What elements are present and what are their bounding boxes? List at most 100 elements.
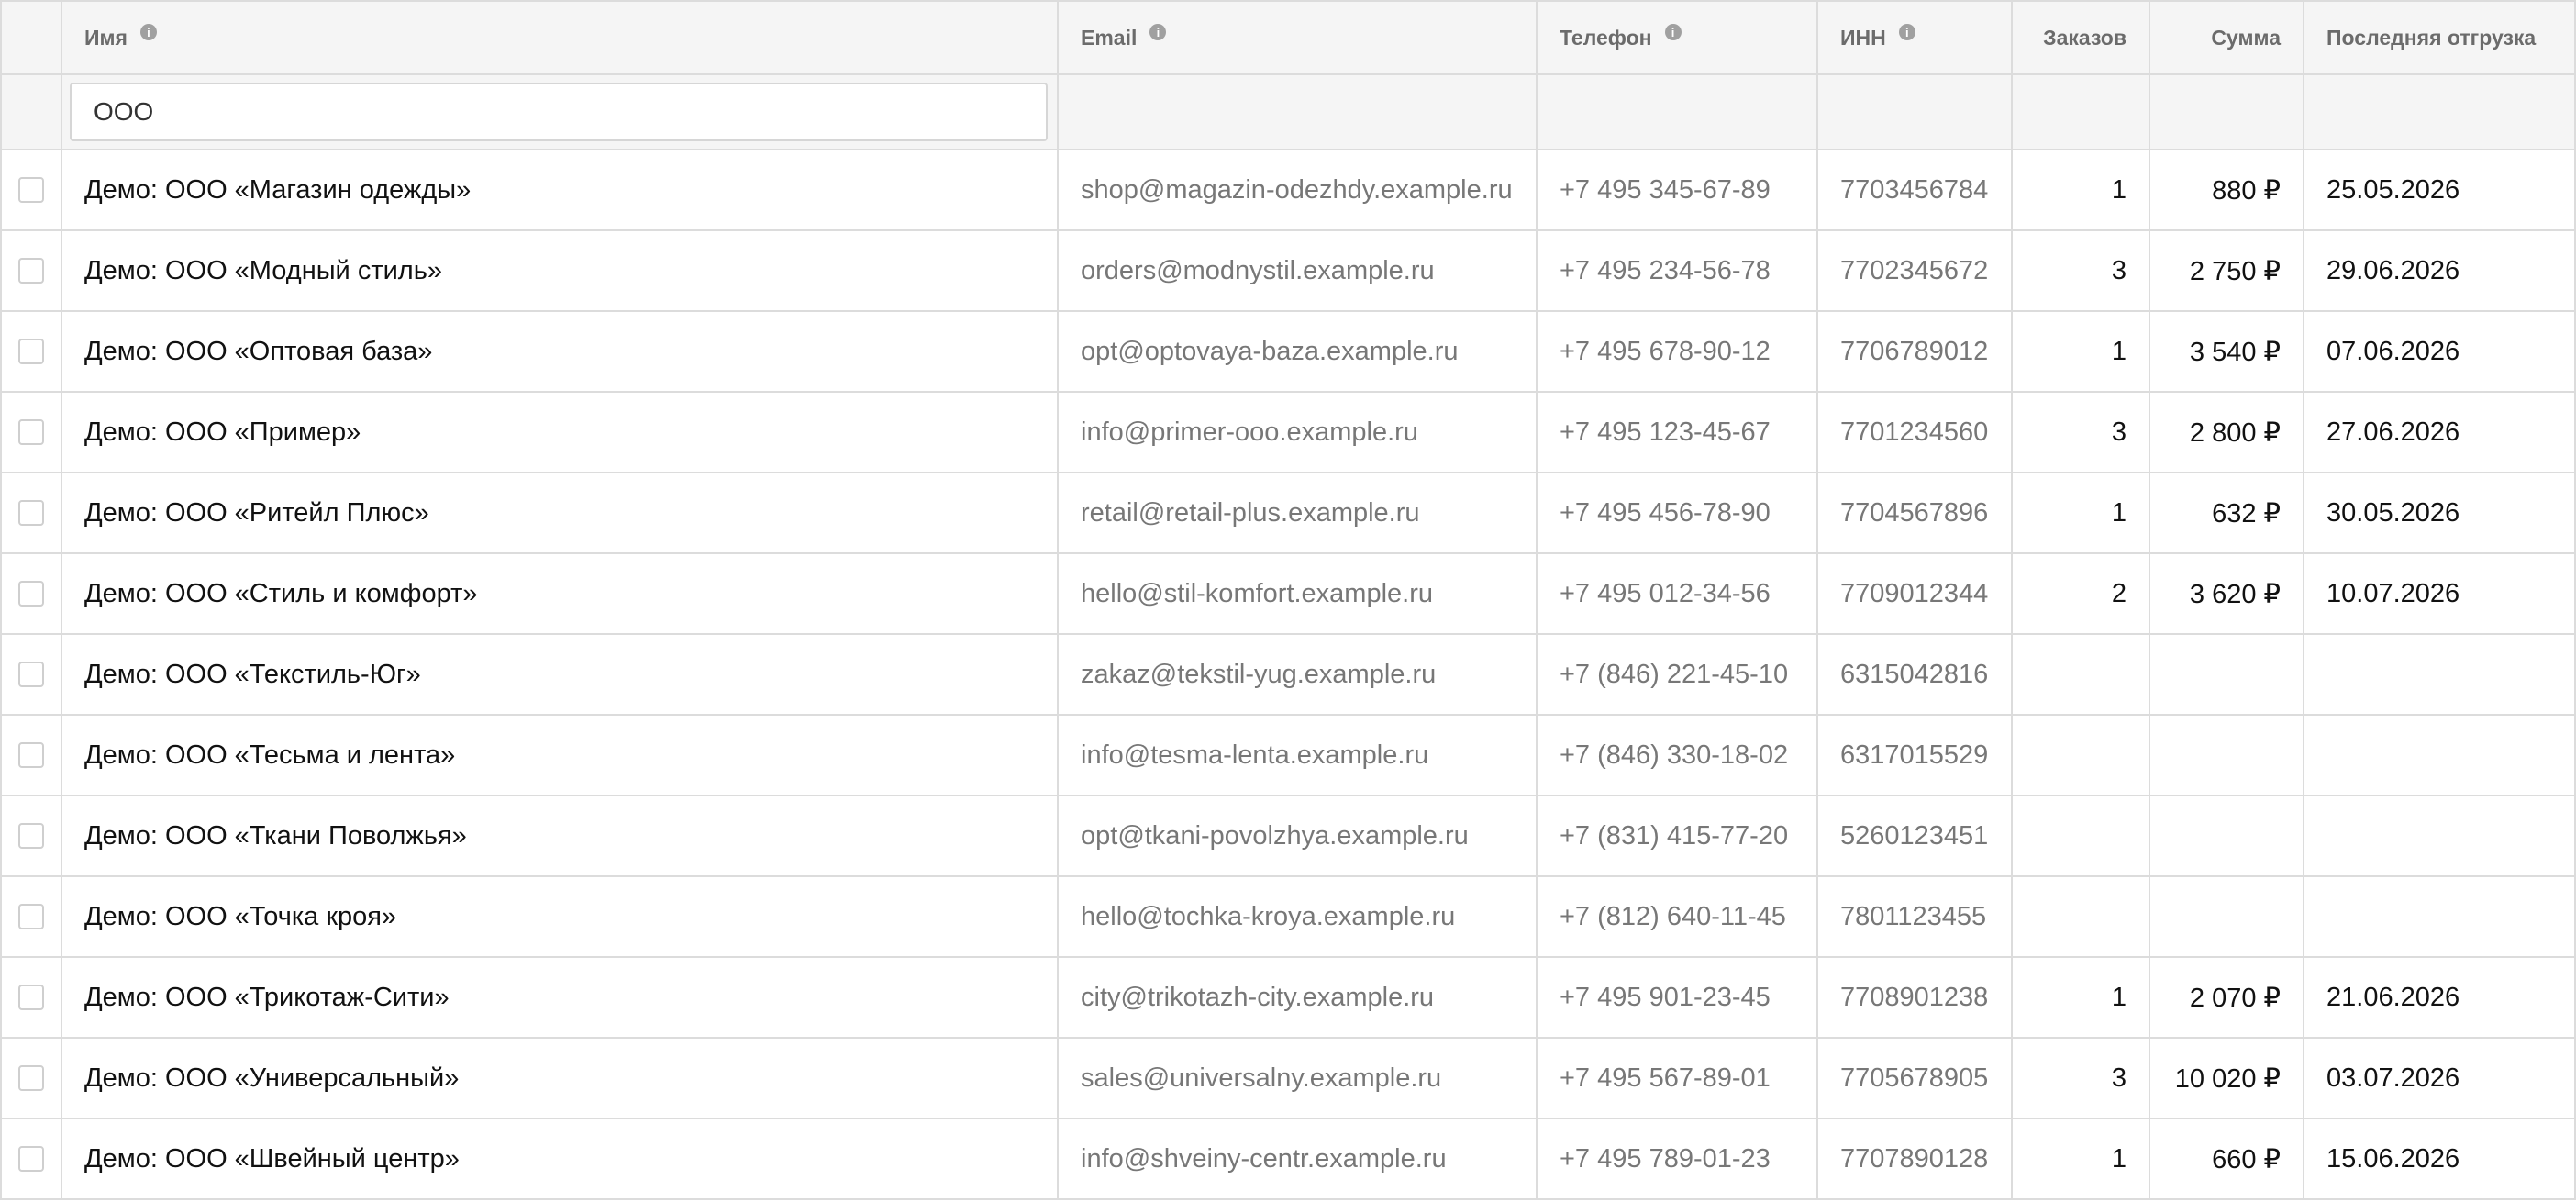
column-header-label: Телефон [1560, 25, 1652, 50]
client-phone: +7 495 123-45-67 [1538, 393, 1818, 473]
client-name[interactable]: Демо: ООО «Стиль и комфорт» [62, 554, 1059, 635]
client-email: shop@magazin-odezhdy.example.ru [1059, 150, 1538, 231]
row-checkbox[interactable] [18, 823, 44, 849]
client-orders-count [2013, 796, 2150, 877]
client-email: sales@universalny.example.ru [1059, 1039, 1538, 1119]
row-checkbox[interactable] [18, 1146, 44, 1172]
client-inn: 7704567896 [1818, 473, 2013, 554]
table-row[interactable]: Демо: ООО «Пример» info@primer-ooo.examp… [2, 393, 2576, 473]
column-header-label: Email [1081, 25, 1138, 50]
client-orders-count: 1 [2013, 1119, 2150, 1200]
client-orders-count: 3 [2013, 231, 2150, 312]
client-orders-sum: 2 070 ₽ [2150, 958, 2304, 1039]
client-name[interactable]: Демо: ООО «Текстиль-Юг» [62, 635, 1059, 716]
client-orders-sum: 2 800 ₽ [2150, 393, 2304, 473]
client-name[interactable]: Демо: ООО «Оптовая база» [62, 312, 1059, 393]
row-checkbox[interactable] [18, 1065, 44, 1091]
table-row[interactable]: Демо: ООО «Стиль и комфорт» hello@stil-k… [2, 554, 2576, 635]
row-checkbox[interactable] [18, 258, 44, 284]
table-row[interactable]: Демо: ООО «Тесьма и лента» info@tesma-le… [2, 716, 2576, 796]
row-checkbox-cell [2, 231, 62, 312]
client-name[interactable]: Демо: ООО «Магазин одежды» [62, 150, 1059, 231]
row-checkbox[interactable] [18, 339, 44, 364]
table-row[interactable]: Демо: ООО «Ткани Поволжья» opt@tkani-pov… [2, 796, 2576, 877]
client-inn: 7707890128 [1818, 1119, 2013, 1200]
column-header-sum[interactable]: Сумма [2150, 2, 2304, 75]
client-orders-count: 2 [2013, 554, 2150, 635]
table-row[interactable]: Демо: ООО «Текстиль-Юг» zakaz@tekstil-yu… [2, 635, 2576, 716]
column-header-name[interactable]: Имя i [62, 2, 1059, 75]
column-header-email[interactable]: Email i [1059, 2, 1538, 75]
row-checkbox[interactable] [18, 500, 44, 526]
column-header-last-shipment[interactable]: Последняя отгрузка [2304, 2, 2576, 75]
client-orders-count: 1 [2013, 312, 2150, 393]
table-row[interactable]: Демо: ООО «Универсальный» sales@universa… [2, 1039, 2576, 1119]
client-phone: +7 495 345-67-89 [1538, 150, 1818, 231]
client-last-shipment [2304, 716, 2576, 796]
client-phone: +7 495 234-56-78 [1538, 231, 1818, 312]
row-checkbox[interactable] [18, 581, 44, 607]
row-checkbox[interactable] [18, 177, 44, 203]
filter-row [2, 75, 2576, 150]
client-inn: 7705678905 [1818, 1039, 2013, 1119]
client-inn: 7709012344 [1818, 554, 2013, 635]
row-checkbox-cell [2, 312, 62, 393]
column-header-orders[interactable]: Заказов [2013, 2, 2150, 75]
row-checkbox-cell [2, 635, 62, 716]
name-filter-input[interactable] [70, 83, 1048, 141]
info-icon[interactable]: i [1664, 24, 1682, 40]
client-phone: +7 495 012-34-56 [1538, 554, 1818, 635]
column-header-label: Заказов [2043, 25, 2126, 50]
client-orders-sum: 880 ₽ [2150, 150, 2304, 231]
client-orders-sum [2150, 796, 2304, 877]
client-orders-count: 1 [2013, 473, 2150, 554]
row-checkbox[interactable] [18, 904, 44, 929]
table-row[interactable]: Демо: ООО «Модный стиль» orders@modnysti… [2, 231, 2576, 312]
column-header-inn[interactable]: ИНН i [1818, 2, 2013, 75]
column-header-phone[interactable]: Телефон i [1538, 2, 1818, 75]
client-last-shipment: 21.06.2026 [2304, 958, 2576, 1039]
client-name[interactable]: Демо: ООО «Модный стиль» [62, 231, 1059, 312]
client-last-shipment: 25.05.2026 [2304, 150, 2576, 231]
client-name[interactable]: Демо: ООО «Универсальный» [62, 1039, 1059, 1119]
table-row[interactable]: Демо: ООО «Ритейл Плюс» retail@retail-pl… [2, 473, 2576, 554]
client-name[interactable]: Демо: ООО «Швейный центр» [62, 1119, 1059, 1200]
table-header: Имя i Email i Телефон i ИНН i Заказов Су… [2, 2, 2576, 75]
filter-cell-email [1059, 75, 1538, 150]
info-icon[interactable]: i [139, 24, 157, 40]
client-phone: +7 495 456-78-90 [1538, 473, 1818, 554]
column-header-label: ИНН [1840, 25, 1886, 50]
client-orders-count [2013, 716, 2150, 796]
filter-cell-last-shipment [2304, 75, 2576, 150]
row-checkbox-cell [2, 958, 62, 1039]
client-last-shipment: 29.06.2026 [2304, 231, 2576, 312]
client-name[interactable]: Демо: ООО «Точка кроя» [62, 877, 1059, 958]
client-orders-count: 3 [2013, 393, 2150, 473]
client-name[interactable]: Демо: ООО «Ритейл Плюс» [62, 473, 1059, 554]
row-checkbox-cell [2, 716, 62, 796]
client-phone: +7 495 678-90-12 [1538, 312, 1818, 393]
client-name[interactable]: Демо: ООО «Ткани Поволжья» [62, 796, 1059, 877]
info-icon[interactable]: i [1898, 24, 1915, 40]
row-checkbox[interactable] [18, 742, 44, 768]
row-checkbox[interactable] [18, 985, 44, 1010]
table-row[interactable]: Демо: ООО «Оптовая база» opt@optovaya-ba… [2, 312, 2576, 393]
row-checkbox-cell [2, 473, 62, 554]
info-icon[interactable]: i [1149, 24, 1167, 40]
row-checkbox[interactable] [18, 662, 44, 687]
client-email: city@trikotazh-city.example.ru [1059, 958, 1538, 1039]
table-row[interactable]: Демо: ООО «Швейный центр» info@shveiny-c… [2, 1119, 2576, 1200]
client-name[interactable]: Демо: ООО «Пример» [62, 393, 1059, 473]
client-inn: 5260123451 [1818, 796, 2013, 877]
table-row[interactable]: Демо: ООО «Трикотаж-Сити» city@trikotazh… [2, 958, 2576, 1039]
table-row[interactable]: Демо: ООО «Точка кроя» hello@tochka-kroy… [2, 877, 2576, 958]
client-name[interactable]: Демо: ООО «Трикотаж-Сити» [62, 958, 1059, 1039]
client-last-shipment [2304, 796, 2576, 877]
row-checkbox-cell [2, 554, 62, 635]
table-row[interactable]: Демо: ООО «Магазин одежды» shop@magazin-… [2, 150, 2576, 231]
client-name[interactable]: Демо: ООО «Тесьма и лента» [62, 716, 1059, 796]
client-email: orders@modnystil.example.ru [1059, 231, 1538, 312]
client-phone: +7 495 789-01-23 [1538, 1119, 1818, 1200]
row-checkbox[interactable] [18, 419, 44, 445]
client-phone: +7 (846) 330-18-02 [1538, 716, 1818, 796]
